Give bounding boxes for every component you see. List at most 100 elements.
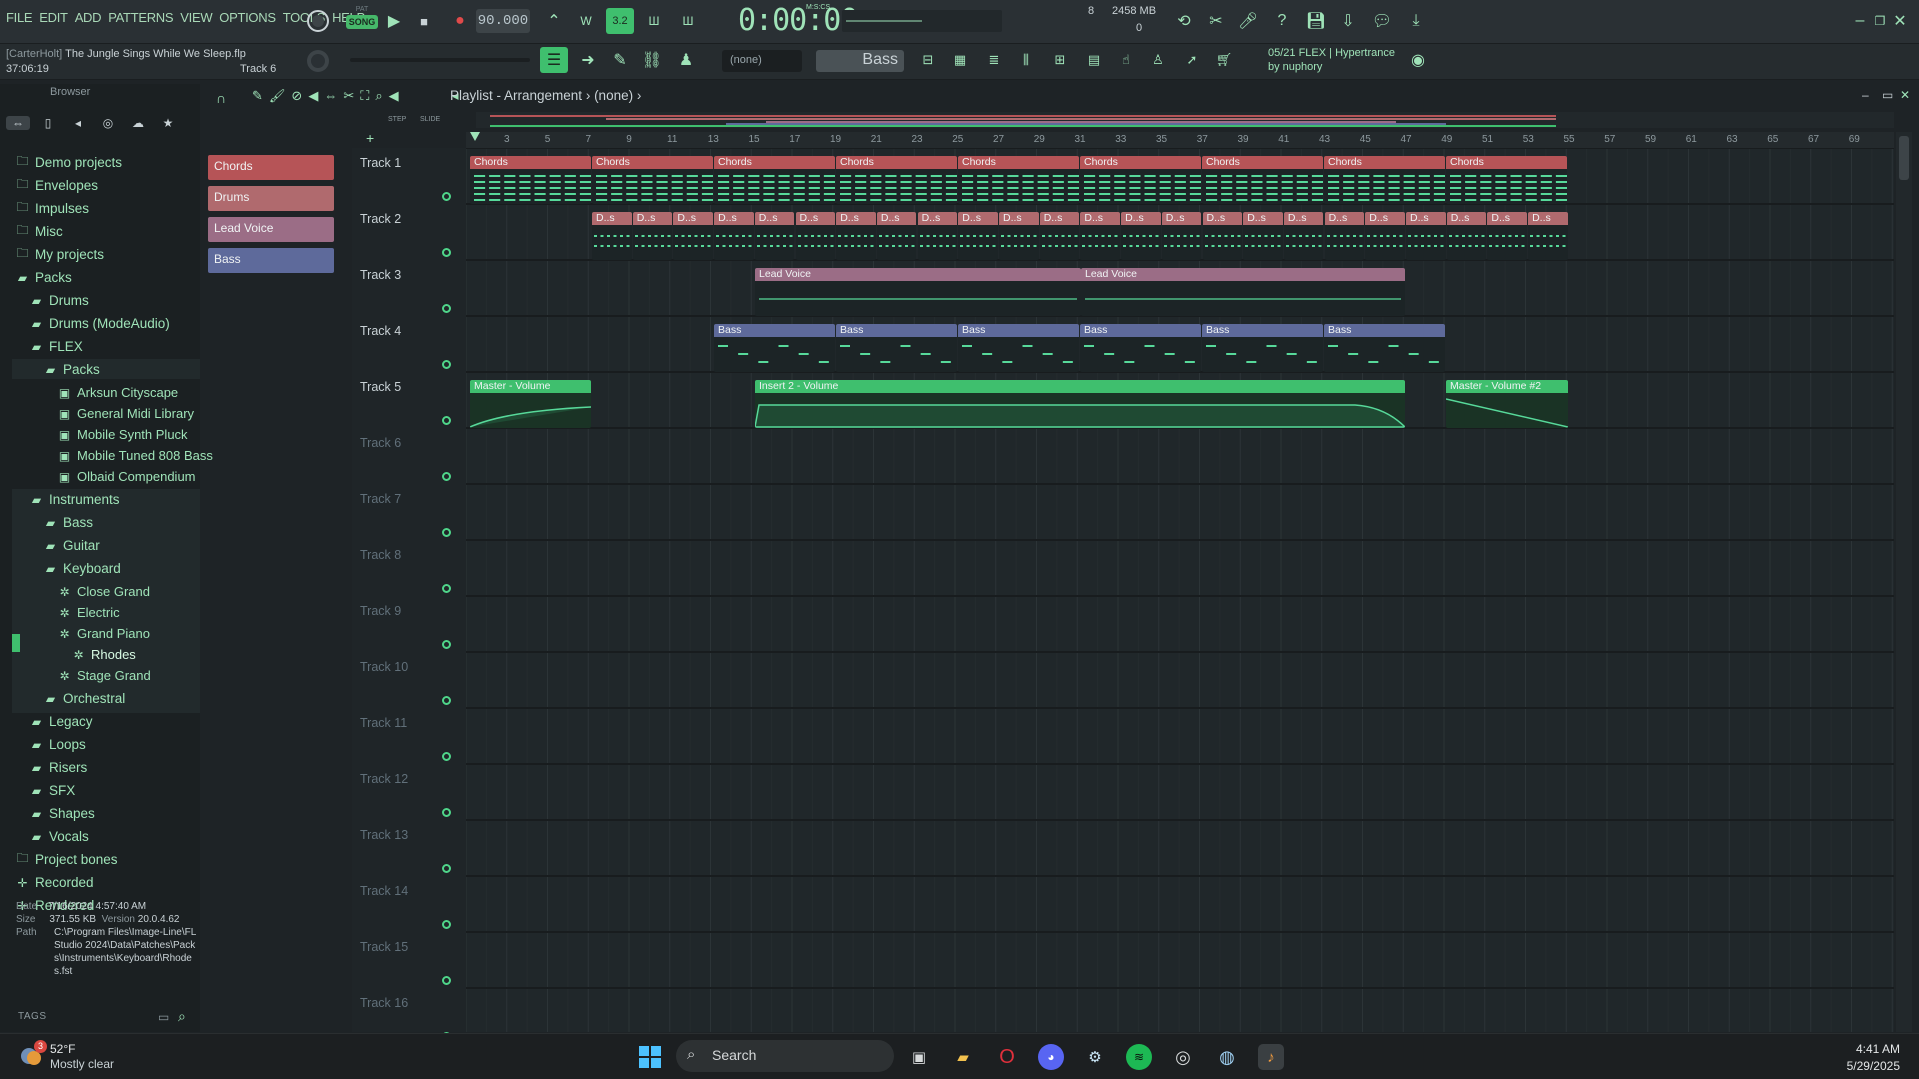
fl-studio-icon[interactable]: ♪: [1258, 1044, 1284, 1070]
restore-button[interactable]: ❐: [1870, 8, 1890, 34]
step-edit-button[interactable]: Ш: [640, 8, 668, 34]
track-enable-icon[interactable]: [442, 248, 451, 257]
audio-input-button[interactable]: 🎤︎: [1234, 8, 1262, 34]
browser-item[interactable]: ▣ General Midi Library: [58, 403, 194, 424]
pitch-slider[interactable]: [350, 58, 530, 62]
track-header[interactable]: Track 5: [352, 376, 464, 432]
clip-drums[interactable]: D..s: [1406, 212, 1446, 260]
pattern-song-toggle[interactable]: PAT SONG: [346, 6, 378, 36]
browser-item[interactable]: ▣ Olbaid Compendium: [58, 466, 196, 487]
steam-icon[interactable]: ⚙: [1082, 1044, 1108, 1070]
clip-drums[interactable]: D..s: [1446, 212, 1487, 260]
browser-item[interactable]: ▰ Keyboard: [44, 558, 121, 579]
track-enable-icon[interactable]: [442, 584, 451, 593]
clip-chords[interactable]: Chords: [1446, 156, 1567, 204]
scrollbar-thumb[interactable]: [1899, 136, 1909, 180]
task-view-icon[interactable]: ▣: [906, 1044, 932, 1070]
track-enable-icon[interactable]: [442, 472, 451, 481]
browser-item[interactable]: ▰ Bass: [44, 512, 93, 533]
discord-icon[interactable]: ◕: [1038, 1044, 1064, 1070]
track-header[interactable]: Track 12: [352, 768, 464, 824]
browser-item[interactable]: ✲ Stage Grand: [58, 665, 150, 686]
clip-drums[interactable]: D..s: [1528, 212, 1568, 260]
step-label[interactable]: STEP: [388, 116, 406, 123]
undo-button[interactable]: ⟲: [1170, 8, 1198, 34]
browser-item[interactable]: ✲ Electric: [58, 602, 119, 623]
browser-item[interactable]: ▣ Mobile Tuned 808 Bass: [58, 445, 213, 466]
channel-rack-button[interactable]: ≣: [980, 47, 1008, 73]
plugin-database-button[interactable]: ▤: [1080, 47, 1108, 73]
browser-tab-plugins-icon[interactable]: ◂: [66, 116, 90, 130]
master-volume-knob[interactable]: [304, 8, 332, 34]
track-header[interactable]: Track 3: [352, 264, 464, 320]
track-header[interactable]: Track 9: [352, 600, 464, 656]
pencil-tool-icon[interactable]: ✎: [252, 88, 263, 104]
paint-tool-icon[interactable]: 🖌︎: [269, 88, 286, 104]
vertical-scrollbar[interactable]: [1896, 132, 1912, 1032]
track-enable-icon[interactable]: [442, 920, 451, 929]
pattern-picker-item[interactable]: Bass: [208, 248, 334, 273]
clip-lead-voice[interactable]: Lead Voice: [1081, 268, 1405, 316]
playlist-maximize-icon[interactable]: ▭: [1882, 88, 1893, 102]
close-button[interactable]: ✕: [1890, 8, 1910, 34]
time-display[interactable]: 0:00:00: [738, 3, 858, 38]
browser-item[interactable]: ✛ Recorded: [16, 872, 93, 893]
clock-date[interactable]: 5/29/2025: [1830, 1059, 1900, 1073]
obs-icon[interactable]: ◎: [1170, 1044, 1196, 1070]
track-enable-icon[interactable]: [442, 416, 451, 425]
export-button[interactable]: ⇩: [1334, 8, 1362, 34]
chat-button[interactable]: 💬︎: [1368, 8, 1396, 34]
zoom-tool-icon[interactable]: ⌕: [375, 88, 382, 104]
piano-roll-button[interactable]: ▦: [946, 47, 974, 73]
track-header[interactable]: Track 2: [352, 208, 464, 264]
menu-options[interactable]: OPTIONS: [219, 10, 276, 25]
playback-tool-icon[interactable]: ◀: [389, 88, 399, 104]
clip-drums[interactable]: D..s: [1080, 212, 1120, 260]
magnet-icon[interactable]: ∩: [216, 90, 226, 106]
clip-chords[interactable]: Chords: [1080, 156, 1201, 204]
browser-item[interactable]: ▣ Mobile Synth Pluck: [58, 424, 188, 445]
track-enable-icon[interactable]: [442, 696, 451, 705]
menu-file[interactable]: FILE: [6, 10, 33, 25]
browser-tab-cloud-icon[interactable]: ☁: [126, 116, 150, 130]
browser-item[interactable]: ✲ Close Grand: [58, 581, 150, 602]
browser-item[interactable]: 🗀︎ Envelopes: [16, 175, 98, 196]
slip-tool-icon[interactable]: ⇔: [324, 88, 337, 104]
browser-item[interactable]: ▰ Drums: [30, 290, 89, 311]
video-button[interactable]: ♙: [1144, 47, 1172, 73]
browser-item[interactable]: ▰ Risers: [30, 757, 87, 778]
clip-drums[interactable]: D..s: [917, 212, 958, 260]
stamp-button[interactable]: ♟: [672, 47, 700, 73]
browser-tab-instruments-icon[interactable]: ◎: [96, 116, 120, 130]
browser-item[interactable]: ▰ Loops: [30, 734, 86, 755]
spotify-icon[interactable]: ≋: [1126, 1044, 1152, 1070]
clip-drums[interactable]: D..s: [754, 212, 795, 260]
clip-drums[interactable]: D..s: [958, 212, 998, 260]
weather-description[interactable]: Mostly clear: [50, 1057, 114, 1071]
select-tool-icon[interactable]: ⛶: [360, 88, 369, 104]
clip-master-volume-2[interactable]: Master - Volume #2: [1446, 380, 1568, 428]
timeline-ruler[interactable]: 3 5 7 9 11 13 15 17 19 21 23 25 27 29 31 33 35 37 39 41 43 45…: [466, 132, 1894, 148]
taskbar-search[interactable]: Search: [676, 1040, 894, 1072]
clip-bass[interactable]: Bass: [1324, 324, 1445, 372]
help-button[interactable]: ?: [1268, 8, 1296, 34]
weather-temperature[interactable]: 52°F: [50, 1042, 75, 1056]
record-button[interactable]: ●: [446, 8, 474, 34]
track-header[interactable]: Track 6: [352, 432, 464, 488]
track-header[interactable]: Track 15: [352, 936, 464, 992]
file-explorer-icon[interactable]: ▰: [950, 1044, 976, 1070]
link-button[interactable]: ⛓: [638, 47, 666, 73]
search-icon[interactable]: ⌕: [178, 1008, 186, 1025]
play-button[interactable]: ▶: [380, 8, 408, 34]
clip-insert-volume[interactable]: Insert 2 - Volume: [755, 380, 1405, 428]
track-enable-icon[interactable]: [442, 976, 451, 985]
browser-button[interactable]: ⊞: [1046, 47, 1074, 73]
track-header[interactable]: Track 14: [352, 880, 464, 936]
menu-view[interactable]: VIEW: [180, 10, 212, 25]
save-button[interactable]: 💾︎: [1302, 8, 1330, 34]
browser-item[interactable]: ▰ Packs: [16, 267, 72, 288]
mixer-button[interactable]: ⫼: [1012, 47, 1040, 73]
browser-item[interactable]: ▰ Drums (ModeAudio): [30, 313, 170, 334]
slide-label[interactable]: SLIDE: [420, 116, 440, 123]
track-enable-icon[interactable]: [442, 640, 451, 649]
